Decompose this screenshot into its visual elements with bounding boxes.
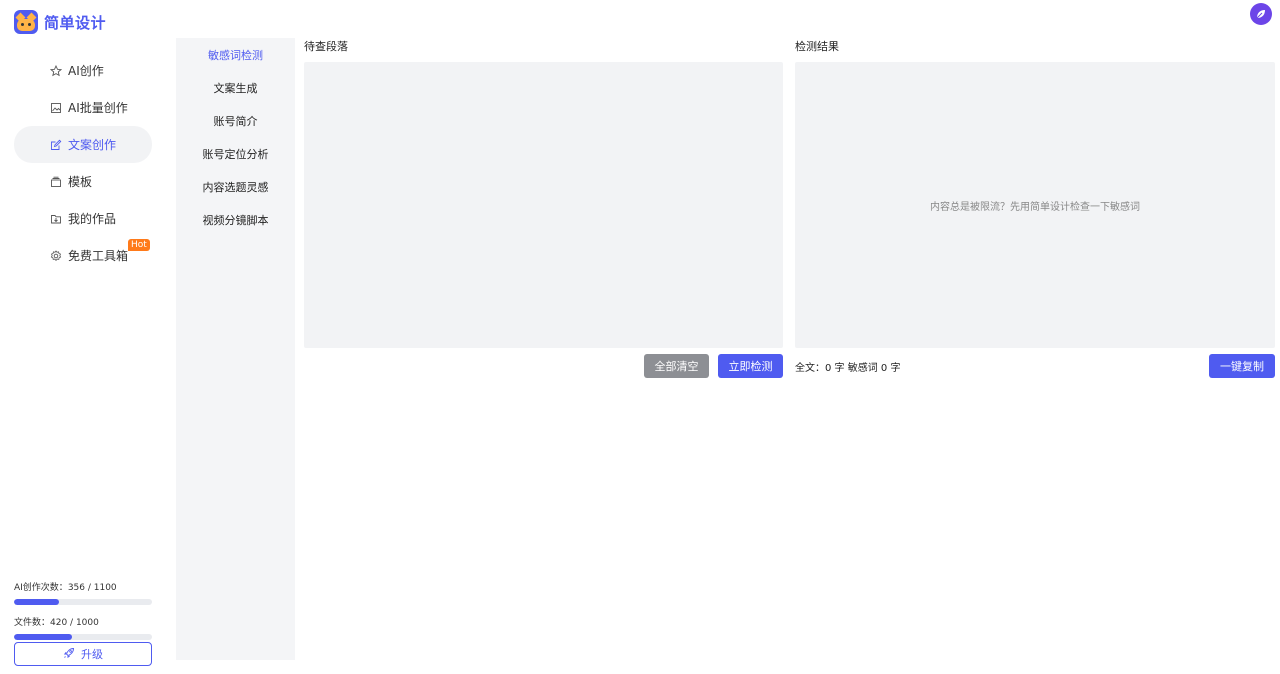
files-usage-text: 文件数：420 / 1000 (14, 615, 152, 628)
ai-usage-bar-fill (14, 599, 59, 605)
image-icon (50, 102, 62, 114)
submenu-item-account-positioning[interactable]: 账号定位分析 (176, 137, 295, 170)
files-usage-bar-fill (14, 634, 72, 640)
rocket-icon (63, 647, 75, 662)
sidebar-item-label: AI批量创作 (68, 101, 128, 115)
leaf-icon[interactable] (1250, 3, 1272, 25)
ai-usage-text: AI创作次数：356 / 1100 (14, 580, 152, 593)
word-count-stats: 全文：0 字 敏感词 0 字 (795, 363, 901, 374)
input-panel-title: 待查段落 (304, 40, 348, 53)
sidebar-item-my-works[interactable]: 我的作品 (14, 200, 152, 237)
submenu-item-account-bio[interactable]: 账号简介 (176, 104, 295, 137)
upgrade-label: 升级 (81, 648, 103, 661)
sidebar-item-label: 模板 (68, 175, 93, 189)
files-usage-bar (14, 634, 152, 640)
sidebar-item-copywriting[interactable]: 文案创作 (14, 126, 152, 163)
sidebar-item-label: AI创作 (68, 64, 104, 78)
star-icon (50, 64, 62, 77)
tool-submenu: 敏感词检测 文案生成 账号简介 账号定位分析 内容选题灵感 视频分镜脚本 (176, 38, 295, 660)
files-usage-label: 文件数： (14, 618, 51, 628)
sidebar-item-templates[interactable]: 模板 (14, 163, 152, 200)
submenu-item-video-storyboard[interactable]: 视频分镜脚本 (176, 203, 295, 236)
result-empty-message: 内容总是被限流？先用简单设计检查一下敏感词 (930, 201, 1140, 213)
sidebar: AI创作 AI批量创作 文案创作 模板 我的作品 免费工具箱 Hot (14, 52, 152, 274)
cat-logo-icon (14, 10, 38, 34)
submenu-item-copy-generate[interactable]: 文案生成 (176, 71, 295, 104)
ai-usage-label: AI创作次数： (14, 583, 68, 593)
sidebar-item-ai-create[interactable]: AI创作 (14, 52, 152, 89)
paragraph-input[interactable] (304, 62, 783, 348)
folder-icon (50, 213, 62, 225)
submenu-item-topic-ideas[interactable]: 内容选题灵感 (176, 170, 295, 203)
clear-all-button[interactable]: 全部清空 (644, 354, 709, 378)
files-usage-value: 420 / 1000 (50, 618, 99, 628)
hot-badge: Hot (128, 239, 150, 251)
upgrade-button[interactable]: 升级 (14, 642, 152, 666)
usage-panel: AI创作次数：356 / 1100 文件数：420 / 1000 (14, 580, 152, 650)
submenu-item-sensitive-words[interactable]: 敏感词检测 (176, 38, 295, 71)
sidebar-item-label: 免费工具箱 (68, 249, 129, 263)
gear-icon (50, 249, 62, 262)
sidebar-item-ai-batch[interactable]: AI批量创作 (14, 89, 152, 126)
copy-all-button[interactable]: 一键复制 (1209, 354, 1275, 378)
app-name: 简单设计 (44, 13, 107, 32)
sidebar-item-toolbox[interactable]: 免费工具箱 Hot (14, 237, 152, 274)
result-panel-title: 检测结果 (795, 40, 839, 53)
template-icon (50, 176, 62, 188)
edit-icon (50, 139, 62, 151)
ai-usage-bar (14, 599, 152, 605)
ai-usage-value: 356 / 1100 (67, 583, 117, 593)
brand[interactable]: 简单设计 (14, 10, 106, 34)
check-now-button[interactable]: 立即检测 (718, 354, 783, 378)
sidebar-item-label: 我的作品 (68, 212, 117, 226)
sidebar-item-label: 文案创作 (68, 138, 117, 152)
